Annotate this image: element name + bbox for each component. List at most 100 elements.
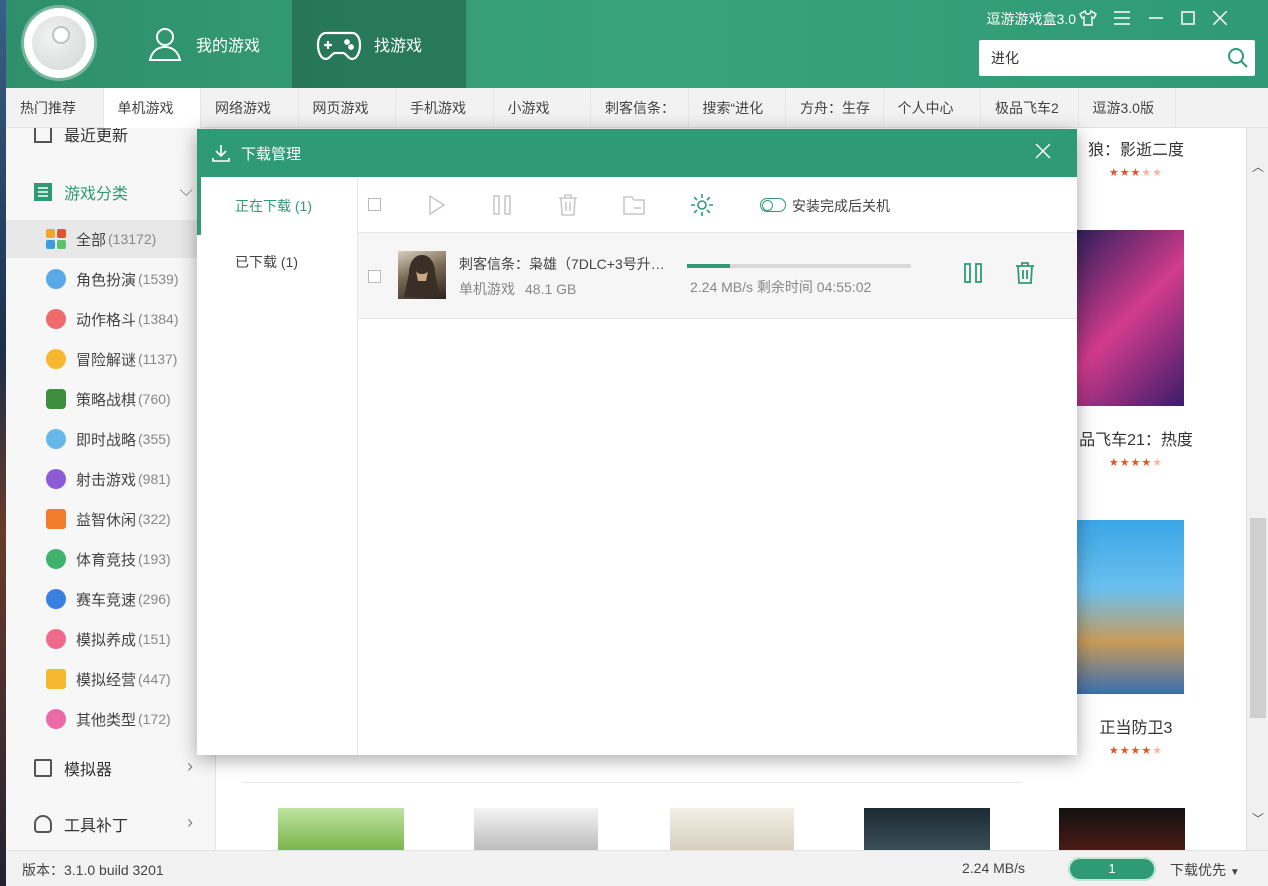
download-priority-dropdown[interactable]: 下载优先 ▼ [1170, 860, 1240, 880]
category-sidebar: 最近更新 游戏分类 ⌵ 全部 (13172) 角色扮演 (1539) 动作格斗 (13… [6, 128, 216, 850]
tab-single-player[interactable]: 单机游戏 [103, 88, 201, 128]
sidebar-item-action[interactable]: 动作格斗 (1384) [6, 300, 215, 338]
sidebar-item-label: 策略战棋 [76, 391, 137, 409]
category-tabbar: 热门推荐 单机游戏 网络游戏 网页游戏 手机游戏 小游戏 刺客信条： 搜索“进化… [6, 88, 1268, 128]
select-all-checkbox[interactable] [368, 198, 381, 211]
game-poster-witcher[interactable] [474, 808, 598, 850]
nav-find-games[interactable]: 找游戏 [292, 0, 466, 88]
sidebar-item-rpg[interactable]: 角色扮演 (1539) [6, 260, 215, 298]
grid-icon [46, 229, 66, 249]
app-logo[interactable] [24, 8, 94, 78]
download-count-badge[interactable]: 1 [1068, 857, 1156, 881]
emulator-icon [34, 759, 52, 777]
nav-my-games-label: 我的游戏 [196, 38, 261, 55]
sidebar-emulator-label: 模拟器 [64, 762, 113, 779]
tab-mini[interactable]: 小游戏 [494, 88, 591, 128]
sidebar-tools-label: 工具补丁 [64, 818, 129, 835]
menu-button[interactable] [1110, 6, 1134, 30]
folder-icon[interactable] [622, 193, 646, 217]
sidebar-emulator[interactable]: 模拟器 [34, 756, 112, 780]
game-card[interactable]: 正当防卫3 ★★★★★ [1066, 714, 1206, 757]
sidebar-item-label: 即时战略 [76, 431, 137, 449]
tab-ark[interactable]: 方舟：生存 [786, 88, 884, 128]
nav-my-games[interactable]: 我的游戏 [122, 0, 292, 88]
skin-button[interactable] [1076, 6, 1100, 30]
play-icon[interactable] [424, 193, 448, 217]
search-icon[interactable] [1227, 47, 1249, 69]
sidebar-item-sim-raise[interactable]: 模拟养成 (151) [6, 620, 215, 658]
tab-nfs[interactable]: 极品飞车2 [981, 88, 1079, 128]
sidebar-item-count: (1384) [138, 311, 179, 327]
game-thumbnail [398, 251, 446, 299]
chess-icon [46, 389, 66, 409]
maximize-button[interactable] [1176, 6, 1200, 30]
scrollbar[interactable]: ︿ ﹀ [1246, 128, 1268, 850]
tab-online[interactable]: 网络游戏 [201, 88, 299, 128]
sidebar-recent[interactable]: 最近更新 [34, 128, 128, 146]
sidebar-item-count: (296) [138, 591, 171, 607]
trash-icon[interactable] [556, 193, 580, 217]
sidebar-item-other[interactable]: 其他类型 (172) [6, 700, 215, 738]
scroll-up-icon[interactable]: ︿ [1252, 158, 1264, 175]
tab-search-result[interactable]: 搜索“进化 [689, 88, 786, 128]
pause-icon[interactable] [490, 193, 514, 217]
minimize-button[interactable] [1144, 6, 1168, 30]
sidebar-item-rts[interactable]: 即时战略 (355) [6, 420, 215, 458]
sidebar-item-shooter[interactable]: 射击游戏 (981) [6, 460, 215, 498]
chevron-right-icon: › [187, 756, 193, 776]
download-category: 单机游戏 [459, 281, 515, 297]
game-poster-re[interactable] [864, 808, 990, 850]
game-card[interactable]: 狼：影逝二度 ★★★★★ [1066, 136, 1206, 179]
dialog-title: 下载管理 [241, 145, 302, 163]
tab-hot[interactable]: 热门推荐 [6, 88, 104, 128]
sidebar-item-count: (151) [138, 631, 171, 647]
close-button[interactable] [1208, 6, 1232, 30]
scroll-down-icon[interactable]: ﹀ [1252, 810, 1264, 827]
game-poster-just-cause[interactable] [1076, 520, 1184, 694]
scroll-thumb[interactable] [1250, 518, 1266, 718]
sidebar-item-sim-business[interactable]: 模拟经营 (447) [6, 660, 215, 698]
sidebar-item-racing[interactable]: 赛车竞速 (296) [6, 580, 215, 618]
app-title: 逗游游戏盒3.0 [986, 11, 1076, 27]
tab-mobile[interactable]: 手机游戏 [396, 88, 494, 128]
close-icon[interactable] [1033, 141, 1053, 161]
sidebar-category-header[interactable]: 游戏分类 [34, 180, 128, 204]
settings-icon[interactable] [690, 193, 714, 217]
search-input[interactable] [979, 40, 1219, 76]
dialog-toolbar: 安装完成后关机 [358, 177, 1077, 233]
tab-web[interactable]: 网页游戏 [299, 88, 396, 128]
sidebar-item-sports[interactable]: 体育竞技 (193) [6, 540, 215, 578]
tab-downloading[interactable]: 正在下载 (1) [197, 177, 357, 235]
download-manager-dialog: 下载管理 正在下载 (1) 已下载 (1) 安装完成后关机 刺客信条：枭雄（7D… [197, 129, 1077, 755]
row-checkbox[interactable] [368, 270, 381, 283]
game-poster-3[interactable] [670, 808, 794, 850]
sidebar-item-label: 动作格斗 [76, 311, 137, 329]
download-priority-label: 下载优先 [1170, 862, 1226, 878]
game-card[interactable]: 品飞车21：热度 ★★★★★ [1066, 426, 1206, 469]
tab-downloaded[interactable]: 已下载 (1) [197, 233, 357, 291]
sidebar-tools[interactable]: 工具补丁 [34, 812, 128, 836]
sidebar-item-adventure[interactable]: 冒险解谜 (1137) [6, 340, 215, 378]
trash-icon[interactable] [1013, 261, 1037, 285]
sidebar-item-puzzle[interactable]: 益智休闲 (322) [6, 500, 215, 538]
game-title: 品飞车21：热度 [1079, 432, 1193, 449]
minimize-icon [1149, 17, 1163, 19]
sidebar-item-strategy[interactable]: 策略战棋 (760) [6, 380, 215, 418]
tab-assassins-creed[interactable]: 刺客信条： [591, 88, 689, 128]
fist-icon [46, 309, 66, 329]
tab-profile[interactable]: 个人中心 [884, 88, 981, 128]
game-poster-nfs[interactable] [1072, 230, 1184, 406]
wrench-icon [34, 815, 52, 833]
game-poster-pvz[interactable] [278, 808, 404, 850]
tab-version[interactable]: 逗游3.0版 [1079, 88, 1176, 128]
pause-icon[interactable] [961, 261, 985, 285]
dialog-nav: 正在下载 (1) 已下载 (1) [197, 177, 358, 755]
game-poster-cod[interactable] [1059, 808, 1185, 850]
shutdown-toggle[interactable] [760, 198, 786, 212]
sidebar-item-all[interactable]: 全部 (13172) [6, 220, 215, 258]
user-icon [148, 28, 182, 61]
chevron-down-icon: ⌵ [179, 180, 193, 200]
download-row[interactable]: 刺客信条：枭雄（7DLC+3号升级档+中文版） 单机游戏 48.1 GB 2.24… [358, 233, 1077, 319]
shop-icon [46, 669, 66, 689]
rating-stars: ★★★★★ [1108, 167, 1164, 179]
